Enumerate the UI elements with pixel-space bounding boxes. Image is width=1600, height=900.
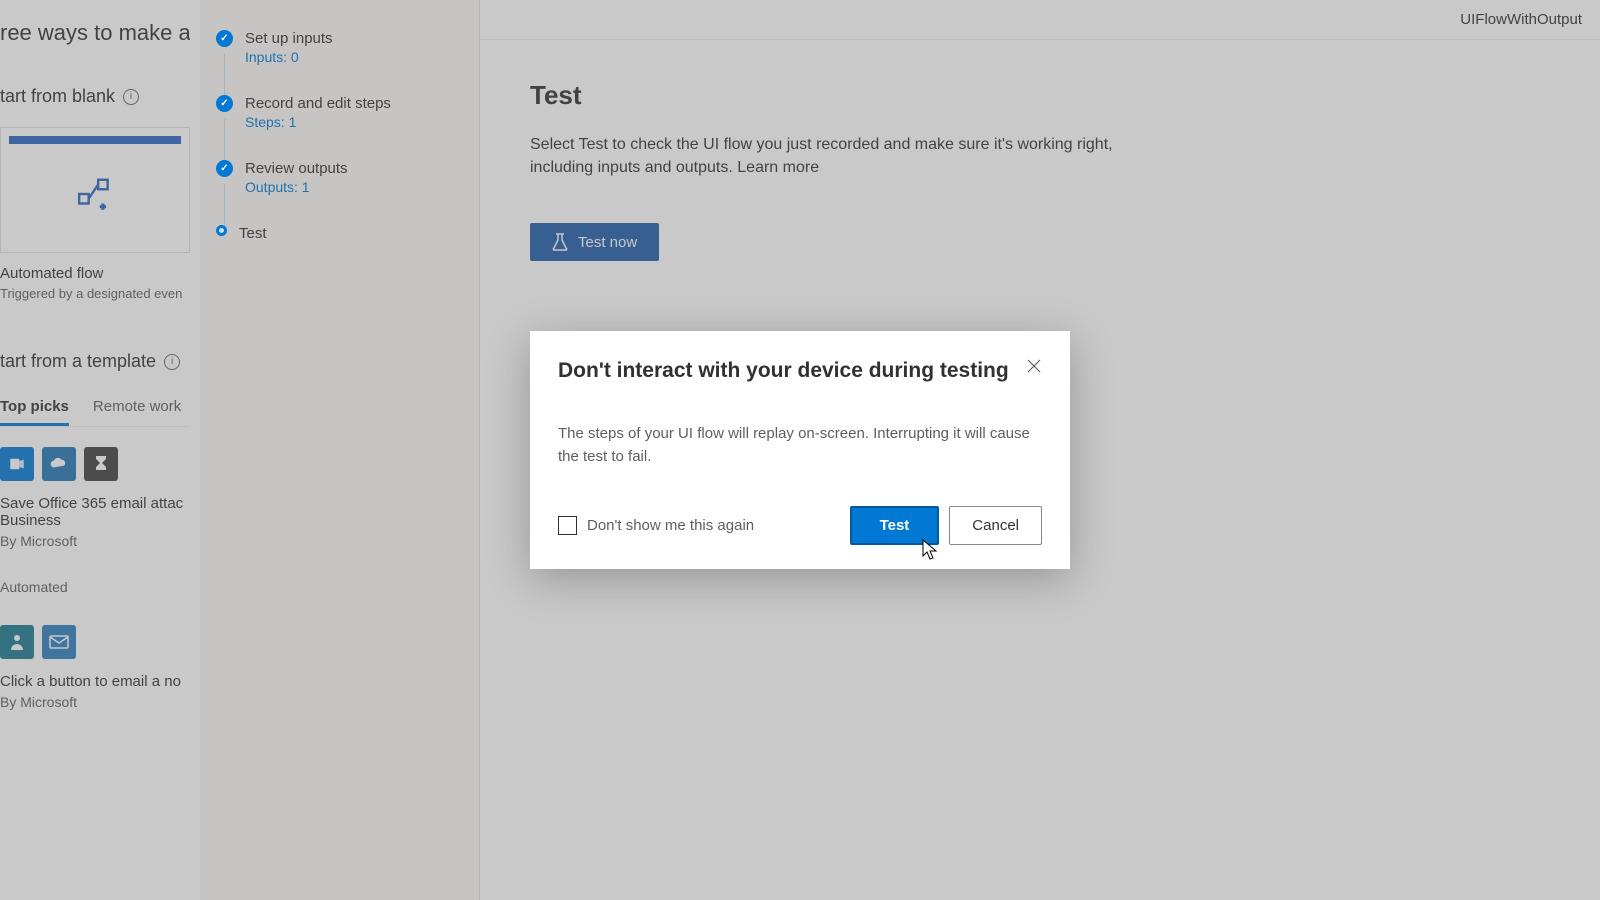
close-button[interactable] <box>1020 353 1048 381</box>
dialog-title: Don't interact with your device during t… <box>558 359 1042 383</box>
current-step-icon <box>216 225 227 236</box>
modal-overlay: Don't interact with your device during t… <box>0 0 1600 900</box>
dont-show-again-checkbox[interactable]: Don't show me this again <box>558 516 754 535</box>
check-icon <box>216 30 233 47</box>
test-warning-dialog: Don't interact with your device during t… <box>530 331 1070 569</box>
check-icon <box>216 95 233 112</box>
cancel-button[interactable]: Cancel <box>949 506 1042 545</box>
dialog-body: The steps of your UI flow will replay on… <box>558 423 1042 468</box>
check-icon <box>216 160 233 177</box>
test-button[interactable]: Test <box>850 506 940 545</box>
close-icon <box>1027 359 1041 373</box>
checkbox-icon <box>558 516 577 535</box>
